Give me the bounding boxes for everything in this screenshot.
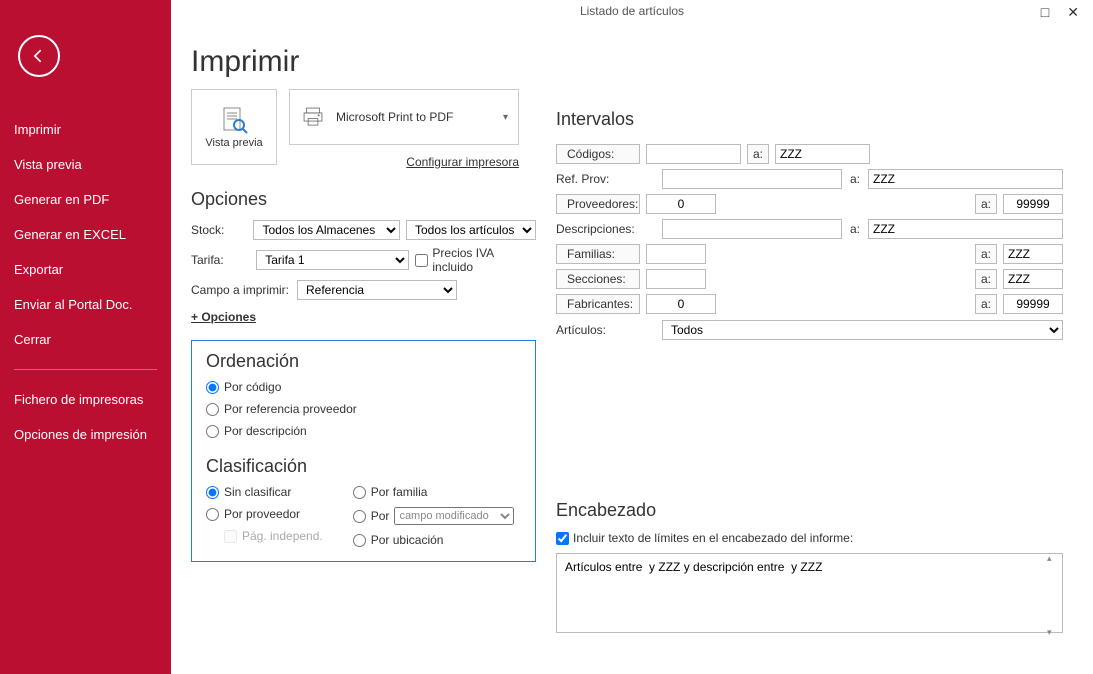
ordenacion-heading: Ordenación (206, 351, 521, 372)
stock-select[interactable]: Todos los Almacenes (253, 220, 400, 240)
descripciones-from-input[interactable] (662, 219, 842, 239)
vista-previa-label: Vista previa (205, 137, 262, 149)
codigos-button[interactable]: Códigos: (556, 144, 640, 164)
secciones-from-input[interactable] (646, 269, 706, 289)
sidebar-item-pdf[interactable]: Generar en PDF (0, 182, 171, 217)
sidebar-item-excel[interactable]: Generar en EXCEL (0, 217, 171, 252)
familias-button[interactable]: Familias: (556, 244, 640, 264)
back-button[interactable] (18, 35, 60, 77)
radio-por-codigo[interactable]: Por código (206, 380, 521, 394)
radio-por-familia[interactable]: Por familia (353, 485, 515, 499)
encabezado-heading: Encabezado (556, 500, 1063, 521)
scrollbar-hint: ▴▾ (1047, 553, 1061, 638)
config-printer-link[interactable]: Configurar impresora (406, 155, 519, 169)
radio-por-descripcion[interactable]: Por descripción (206, 424, 521, 438)
printer-select[interactable]: Microsoft Print to PDF ▾ (289, 89, 519, 145)
familias-to-input[interactable] (1003, 244, 1063, 264)
descripciones-to-input[interactable] (868, 219, 1063, 239)
mas-opciones-link[interactable]: + Opciones (191, 310, 256, 324)
radio-por-referencia[interactable]: Por referencia proveedor (206, 402, 521, 416)
stock-label: Stock: (191, 223, 247, 237)
fabricantes-to-input[interactable] (1003, 294, 1063, 314)
codigos-from-input[interactable] (646, 144, 741, 164)
sidebar-item-portal[interactable]: Enviar al Portal Doc. (0, 287, 171, 322)
a-label: a: (848, 172, 862, 186)
proveedores-from-input[interactable] (646, 194, 716, 214)
sidebar-item-fichero[interactable]: Fichero de impresoras (0, 382, 171, 417)
ordenacion-panel: Ordenación Por código Por referencia pro… (191, 340, 536, 562)
printer-icon (300, 104, 326, 130)
intervalos-heading: Intervalos (556, 109, 1063, 130)
fabricantes-from-input[interactable] (646, 294, 716, 314)
radio-por-campo[interactable]: Por campo modificado (353, 507, 515, 525)
encabezado-textarea[interactable]: Artículos entre y ZZZ y descripción entr… (556, 553, 1063, 633)
maximize-icon[interactable]: □ (1041, 4, 1049, 21)
fabricantes-a-label[interactable]: a: (975, 294, 997, 314)
window-title: Listado de artículos (171, 4, 1093, 18)
codigos-a-label[interactable]: a: (747, 144, 769, 164)
familias-from-input[interactable] (646, 244, 706, 264)
tarifa-select[interactable]: Tarifa 1 (256, 250, 409, 270)
codigos-to-input[interactable] (775, 144, 870, 164)
close-icon[interactable]: ✕ (1067, 4, 1079, 21)
radio-por-ubicacion[interactable]: Por ubicación (353, 533, 515, 547)
sidebar-item-vista-previa[interactable]: Vista previa (0, 147, 171, 182)
descripciones-label: Descripciones: (556, 222, 656, 236)
printer-name: Microsoft Print to PDF (336, 110, 503, 124)
sidebar-item-cerrar[interactable]: Cerrar (0, 322, 171, 357)
ref-prov-to-input[interactable] (868, 169, 1063, 189)
sidebar-item-exportar[interactable]: Exportar (0, 252, 171, 287)
sidebar-separator (14, 369, 157, 370)
campo-select[interactable]: Referencia (297, 280, 457, 300)
familias-a-label[interactable]: a: (975, 244, 997, 264)
fabricantes-button[interactable]: Fabricantes: (556, 294, 640, 314)
opciones-heading: Opciones (191, 189, 536, 210)
chevron-down-icon: ▾ (503, 112, 508, 123)
vista-previa-button[interactable]: Vista previa (191, 89, 277, 165)
page-title: Imprimir (191, 45, 1063, 79)
secciones-to-input[interactable] (1003, 269, 1063, 289)
sidebar-item-opciones[interactable]: Opciones de impresión (0, 417, 171, 452)
incluir-texto-checkbox[interactable]: Incluir texto de límites en el encabezad… (556, 531, 853, 545)
proveedores-to-input[interactable] (1003, 194, 1063, 214)
secciones-button[interactable]: Secciones: (556, 269, 640, 289)
articulos-select[interactable]: Todos (662, 320, 1063, 340)
arrow-left-icon (29, 46, 49, 66)
radio-por-proveedor[interactable]: Por proveedor (206, 507, 323, 521)
sidebar: Imprimir Vista previa Generar en PDF Gen… (0, 0, 171, 674)
stock-filter-select[interactable]: Todos los artículos (406, 220, 536, 240)
campo-modificado-select[interactable]: campo modificado (394, 507, 514, 525)
tarifa-label: Tarifa: (191, 253, 250, 267)
radio-sin-clasificar[interactable]: Sin clasificar (206, 485, 323, 499)
precios-iva-checkbox[interactable]: Precios IVA incluido (415, 246, 536, 274)
clasificacion-heading: Clasificación (206, 456, 521, 477)
campo-label: Campo a imprimir: (191, 283, 291, 297)
document-magnify-icon (218, 105, 250, 137)
proveedores-a-label[interactable]: a: (975, 194, 997, 214)
sidebar-item-imprimir[interactable]: Imprimir (0, 112, 171, 147)
articulos-label: Artículos: (556, 323, 656, 337)
secciones-a-label[interactable]: a: (975, 269, 997, 289)
a-label-2: a: (848, 222, 862, 236)
pag-independ-checkbox[interactable]: Pág. independ. (224, 529, 323, 543)
ref-prov-from-input[interactable] (662, 169, 842, 189)
proveedores-button[interactable]: Proveedores: (556, 194, 640, 214)
ref-prov-label: Ref. Prov: (556, 172, 656, 186)
